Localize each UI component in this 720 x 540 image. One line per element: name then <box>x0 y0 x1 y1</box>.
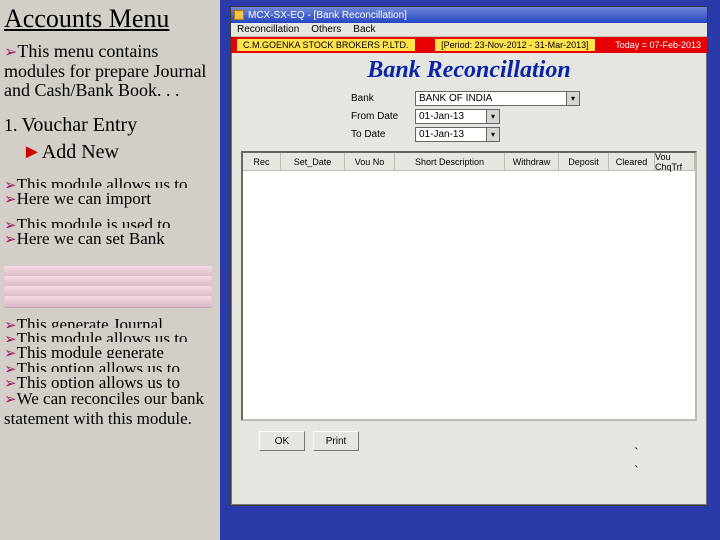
vouchar-entry-row: 1. Vouchar Entry <box>4 114 212 137</box>
filter-form: Bank ▾ From Date ▾ To Date ▾ <box>231 86 707 151</box>
add-new-label: Add New <box>42 141 119 163</box>
triangle-icon: ► <box>22 141 42 163</box>
intro-text: This menu contains modules for prepare J… <box>4 41 206 100</box>
window-title: MCX-SX-EQ - [Bank Reconcillation] <box>248 10 407 21</box>
window-titlebar[interactable]: MCX-SX-EQ - [Bank Reconcillation] <box>231 7 707 23</box>
chevron-icon: ➢ <box>4 44 17 61</box>
reconciliation-grid[interactable]: Rec Set_Date Vou No Short Description Wi… <box>241 151 697 421</box>
accounts-menu-intro: ➢This menu contains modules for prepare … <box>4 42 212 100</box>
status-bar: C.M.GOENKA STOCK BROKERS P.LTD. [Period:… <box>231 37 707 53</box>
accounts-menu-title: Accounts Menu <box>4 4 212 34</box>
bank-combo[interactable]: ▾ <box>415 91 580 106</box>
chevron-down-icon[interactable]: ▾ <box>566 92 579 105</box>
menubar: Reconcillation Others Back <box>231 23 707 37</box>
overlap-block-a: ➢This module allows us to ➢Here we can i… <box>4 174 212 260</box>
menu-reconciliation[interactable]: Reconcillation <box>237 24 299 35</box>
to-date-combo[interactable]: ▾ <box>415 127 500 142</box>
col-setdate[interactable]: Set_Date <box>281 153 345 170</box>
col-rec[interactable]: Rec <box>243 153 281 170</box>
add-new-row: ►Add New <box>22 141 212 164</box>
decorative-mark: ` <box>634 446 639 462</box>
col-desc[interactable]: Short Description <box>395 153 505 170</box>
col-withdraw[interactable]: Withdraw <box>505 153 559 170</box>
from-date-combo[interactable]: ▾ <box>415 109 500 124</box>
decorative-mark: ` <box>634 464 639 480</box>
col-cleared[interactable]: Cleared <box>609 153 655 170</box>
to-date-input[interactable] <box>416 128 486 141</box>
to-date-label: To Date <box>351 129 407 140</box>
vouchar-entry-label: Vouchar Entry <box>22 114 138 136</box>
bank-label: Bank <box>351 93 407 104</box>
today-label: Today = 07-Feb-2013 <box>615 40 701 50</box>
app-backdrop: MCX-SX-EQ - [Bank Reconcillation] Reconc… <box>220 0 720 540</box>
period-badge: [Period: 23-Nov-2012 - 31-Mar-2013] <box>435 39 595 51</box>
from-date-label: From Date <box>351 111 407 122</box>
page-title: Bank Reconcillation <box>231 53 707 86</box>
chevron-down-icon[interactable]: ▾ <box>486 128 499 141</box>
chevron-down-icon[interactable]: ▾ <box>486 110 499 123</box>
print-button[interactable]: Print <box>313 431 359 451</box>
accounts-menu-panel: Accounts Menu ➢This menu contains module… <box>0 0 220 540</box>
bank-input[interactable] <box>416 92 566 105</box>
list-number: 1. <box>4 115 18 135</box>
overlap-block-b: ➢This generate Journal ➢This module allo… <box>4 314 212 418</box>
col-vouno[interactable]: Vou No <box>345 153 395 170</box>
ok-button[interactable]: OK <box>259 431 305 451</box>
from-date-input[interactable] <box>416 110 486 123</box>
col-deposit[interactable]: Deposit <box>559 153 609 170</box>
strip-stack-a <box>4 266 212 308</box>
app-icon <box>234 10 244 20</box>
col-chqtrf[interactable]: Vou ChqTrf <box>655 153 695 170</box>
menu-back[interactable]: Back <box>353 24 375 35</box>
menu-others[interactable]: Others <box>311 24 341 35</box>
company-badge: C.M.GOENKA STOCK BROKERS P.LTD. <box>237 39 415 51</box>
bank-reconciliation-window: MCX-SX-EQ - [Bank Reconcillation] Reconc… <box>230 6 708 506</box>
grid-header: Rec Set_Date Vou No Short Description Wi… <box>243 153 695 171</box>
